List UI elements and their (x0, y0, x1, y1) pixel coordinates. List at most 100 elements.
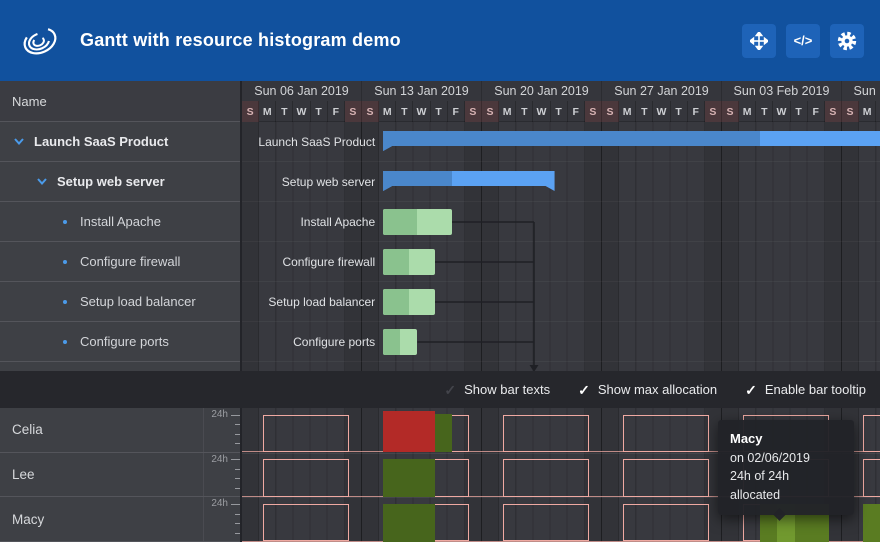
day-header-cell: S (705, 101, 722, 122)
day-header-cell: S (465, 101, 482, 122)
resource-row-macy[interactable]: Macy (0, 497, 240, 542)
day-header-cell: M (259, 101, 276, 122)
resource-row-celia[interactable]: Celia (0, 408, 240, 453)
sidebar-item-install-apache[interactable]: Install Apache (0, 202, 240, 242)
settings-button[interactable] (830, 24, 864, 58)
weekend-shade (362, 408, 379, 542)
day-header-cell: W (773, 101, 790, 122)
allocation-bar-macy[interactable] (383, 504, 434, 542)
code-button[interactable]: </> (786, 24, 820, 58)
day-header-cell: M (859, 101, 876, 122)
checkmark-icon: ✓ (444, 383, 456, 397)
day-header-cell: T (516, 101, 533, 122)
leaf-bullet-icon (58, 220, 72, 224)
day-header-cell: S (242, 101, 259, 122)
day-header-cell: W (293, 101, 310, 122)
task-name-label: Launch SaaS Product (34, 134, 168, 149)
tooltip-resource-name: Macy (730, 429, 842, 449)
tooltip-allocation: 24h of 24h allocated (730, 467, 842, 505)
max-allocation-outline (623, 415, 709, 453)
timeline-header: Sun 06 Jan 2019Sun 13 Jan 2019Sun 20 Jan… (242, 81, 880, 122)
timeline-body: Launch SaaS ProductSetup web serverInsta… (242, 122, 880, 371)
week-header-cell: Sun 10 Feb 2019 (842, 81, 880, 101)
checkbox-enable-bar-tooltip[interactable]: ✓Enable bar tooltip (745, 382, 866, 397)
sidebar-item-configure-ports[interactable]: Configure ports (0, 322, 240, 362)
max-allocation-outline (503, 504, 589, 542)
day-header-cell: T (876, 101, 880, 122)
checkbox-label: Show max allocation (598, 382, 717, 397)
checkbox-show-bar-texts[interactable]: ✓ Show bar texts (444, 382, 550, 397)
week-header-cell: Sun 03 Feb 2019 (722, 81, 842, 101)
resource-row-lee[interactable]: Lee (0, 453, 240, 498)
weekend-shade (482, 408, 499, 542)
day-header-cell: T (276, 101, 293, 122)
leaf-bullet-icon (58, 260, 72, 264)
sidebar-item-setup-web-server[interactable]: Setup web server (0, 162, 240, 202)
bar-progress (383, 249, 409, 275)
chevron-down-icon[interactable] (35, 178, 49, 185)
bryntum-logo-icon (20, 21, 60, 61)
day-header-cell: T (671, 101, 688, 122)
day-header-cell: S (722, 101, 739, 122)
checkbox-show-max-allocation[interactable]: ✓ Show max allocation (578, 382, 717, 397)
day-header-cell: F (328, 101, 345, 122)
allocation-bar-macy[interactable] (863, 504, 880, 542)
task-bar-label: Configure ports (293, 322, 375, 362)
leaf-bullet-icon (58, 300, 72, 304)
max-allocation-outline (863, 415, 880, 453)
checkbox-label: Show bar texts (464, 382, 550, 397)
histogram-toolbar: ✓ Show bar texts ✓ Show max allocation ✓Enab… (0, 371, 880, 408)
weekend-shade (602, 408, 619, 542)
resource-name-label: Celia (12, 422, 43, 437)
sidebar-item-setup-load-balancer[interactable]: Setup load balancer (0, 282, 240, 322)
sidebar-item-configure-firewall[interactable]: Configure firewall (0, 242, 240, 282)
max-allocation-outline (263, 459, 349, 497)
bar-tooltip: Macy on 02/06/2019 24h of 24h allocated (718, 420, 854, 515)
allocation-bar-lee[interactable] (383, 459, 434, 497)
day-header-cell: W (533, 101, 550, 122)
day-header-cell: S (602, 101, 619, 122)
task-bar-install-apache[interactable] (383, 209, 452, 235)
gear-icon (837, 31, 857, 51)
day-header-cell: T (396, 101, 413, 122)
day-header-cell: T (431, 101, 448, 122)
day-header-cell: S (362, 101, 379, 122)
day-header-cell: T (636, 101, 653, 122)
gantt-app: Gantt with resource histogram demo </> (0, 0, 880, 542)
day-header-cell: W (413, 101, 430, 122)
day-header-cell: W (653, 101, 670, 122)
day-header-cell: S (825, 101, 842, 122)
day-header-cell: M (739, 101, 756, 122)
allocation-bar-celia[interactable] (435, 414, 452, 452)
day-header-cell: S (842, 101, 859, 122)
max-allocation-outline (263, 504, 349, 542)
sidebar-item-launch-saas-product[interactable]: Launch SaaS Product (0, 122, 240, 162)
chevron-down-icon[interactable] (12, 138, 26, 145)
task-name-label: Setup load balancer (80, 294, 196, 309)
task-name-label: Install Apache (80, 214, 161, 229)
max-allocation-outline (263, 415, 349, 453)
app-header: Gantt with resource histogram demo </> (0, 0, 880, 81)
task-grid-panel: Name Launch SaaS ProductSetup web server… (0, 81, 242, 371)
day-header-cell: T (756, 101, 773, 122)
leaf-bullet-icon (58, 340, 72, 344)
task-bar-configure-ports[interactable] (383, 329, 417, 355)
week-header-cell: Sun 20 Jan 2019 (482, 81, 602, 101)
day-header-cell: T (311, 101, 328, 122)
task-bar-setup-load-balancer[interactable] (383, 289, 434, 315)
move-button[interactable] (742, 24, 776, 58)
allocation-bar-celia[interactable] (383, 411, 434, 452)
day-header-cell: F (448, 101, 465, 122)
task-bar-configure-firewall[interactable] (383, 249, 434, 275)
max-allocation-outline (863, 459, 880, 497)
bar-progress (383, 209, 417, 235)
gantt-section: Name Launch SaaS ProductSetup web server… (0, 81, 880, 371)
checkmark-icon: ✓ (745, 383, 757, 397)
day-header-cell: T (791, 101, 808, 122)
week-header-cell: Sun 06 Jan 2019 (242, 81, 362, 101)
day-header-cell: F (808, 101, 825, 122)
max-allocation-outline (503, 459, 589, 497)
checkmark-icon: ✓ (578, 383, 590, 397)
task-tree: Launch SaaS Product Setup web server Insta… (0, 122, 240, 362)
header-buttons: </> (742, 24, 864, 58)
